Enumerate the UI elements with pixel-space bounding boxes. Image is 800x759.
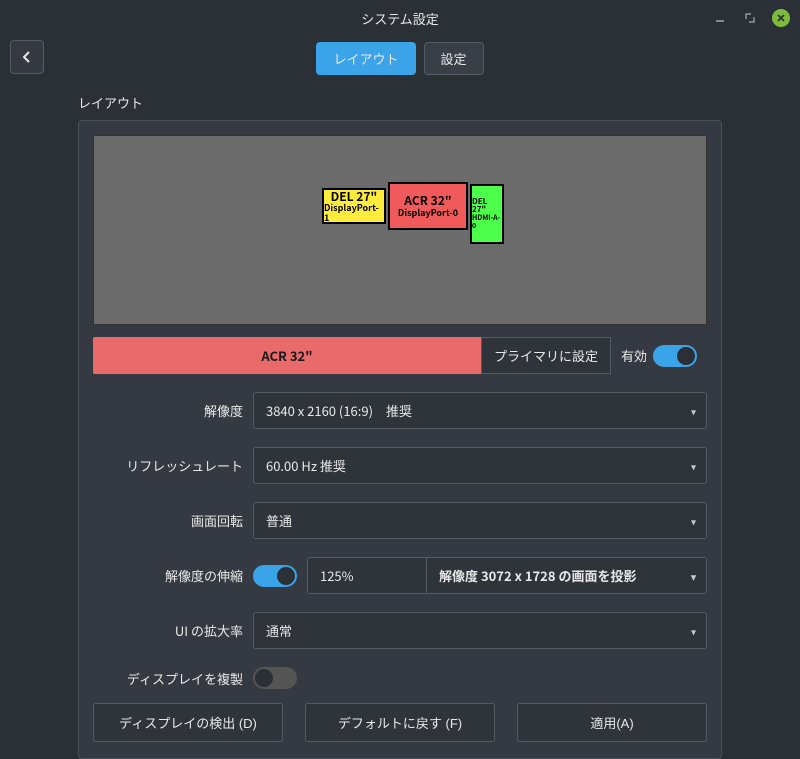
layout-canvas[interactable]: DEL 27" DisplayPort-1 ACR 32" DisplayPor… — [93, 135, 707, 325]
monitor-port: HDMI-A-0 — [472, 215, 502, 230]
refresh-select[interactable]: 60.00 Hz 推奨 — [253, 447, 707, 484]
apply-button[interactable]: 適用(A) — [517, 703, 707, 742]
detect-displays-button[interactable]: ディスプレイの検出 (D) — [93, 703, 283, 742]
row-rotation: 画面回転 普通 — [93, 502, 707, 539]
scale-percent: 125% — [307, 557, 427, 594]
ui-scale-label: UI の拡大率 — [93, 621, 243, 640]
row-duplicate: ディスプレイを複製 — [93, 667, 707, 689]
resolution-select[interactable]: 3840 x 2160 (16:9) 推奨 — [253, 392, 707, 429]
refresh-label: リフレッシュレート — [93, 456, 243, 475]
scale-select-wrap: 125% 解像度 3072 x 1728 の画面を投影 — [307, 557, 707, 594]
titlebar-controls — [712, 9, 790, 27]
scale-hint-select[interactable]: 解像度 3072 x 1728 の画面を投影 — [427, 557, 707, 594]
scale-label: 解像度の伸縮 — [93, 566, 243, 585]
layout-panel: DEL 27" DisplayPort-1 ACR 32" DisplayPor… — [78, 120, 722, 759]
minimize-icon[interactable] — [712, 10, 728, 26]
titlebar: システム設定 — [0, 0, 800, 36]
set-primary-button[interactable]: プライマリに設定 — [481, 337, 611, 374]
enabled-wrap: 有効 — [611, 337, 707, 374]
monitor-del27-dp1[interactable]: DEL 27" DisplayPort-1 — [322, 188, 386, 224]
selected-display-row: ACR 32" プライマリに設定 有効 — [93, 337, 707, 374]
window-title: システム設定 — [361, 9, 439, 28]
resolution-label: 解像度 — [93, 401, 243, 420]
maximize-icon[interactable] — [742, 10, 758, 26]
selected-display-name: ACR 32" — [93, 337, 481, 374]
back-button[interactable] — [10, 40, 44, 74]
enabled-toggle[interactable] — [653, 345, 697, 367]
monitor-port: DisplayPort-0 — [398, 208, 458, 218]
tab-row: レイアウト 設定 — [0, 36, 800, 89]
close-icon[interactable] — [772, 9, 790, 27]
duplicate-toggle[interactable] — [253, 667, 297, 689]
tab-layout[interactable]: レイアウト — [316, 42, 415, 75]
restore-defaults-button[interactable]: デフォルトに戻す (F) — [305, 703, 495, 742]
enabled-label: 有効 — [621, 346, 647, 365]
row-scale: 解像度の伸縮 125% 解像度 3072 x 1728 の画面を投影 — [93, 557, 707, 594]
section-title: レイアウト — [78, 93, 722, 112]
row-refresh: リフレッシュレート 60.00 Hz 推奨 — [93, 447, 707, 484]
rotation-label: 画面回転 — [93, 511, 243, 530]
action-buttons: ディスプレイの検出 (D) デフォルトに戻す (F) 適用(A) — [93, 703, 707, 742]
ui-scale-select[interactable]: 通常 — [253, 612, 707, 649]
tab-settings[interactable]: 設定 — [424, 42, 484, 75]
rotation-select[interactable]: 普通 — [253, 502, 707, 539]
row-ui-scale: UI の拡大率 通常 — [93, 612, 707, 649]
monitor-acr32[interactable]: ACR 32" DisplayPort-0 — [388, 182, 468, 230]
monitor-del27-hdmi[interactable]: DEL 27" HDMI-A-0 — [470, 184, 504, 244]
duplicate-label: ディスプレイを複製 — [93, 669, 243, 688]
scale-toggle[interactable] — [253, 565, 297, 587]
monitor-port: DisplayPort-1 — [324, 203, 384, 223]
row-resolution: 解像度 3840 x 2160 (16:9) 推奨 — [93, 392, 707, 429]
